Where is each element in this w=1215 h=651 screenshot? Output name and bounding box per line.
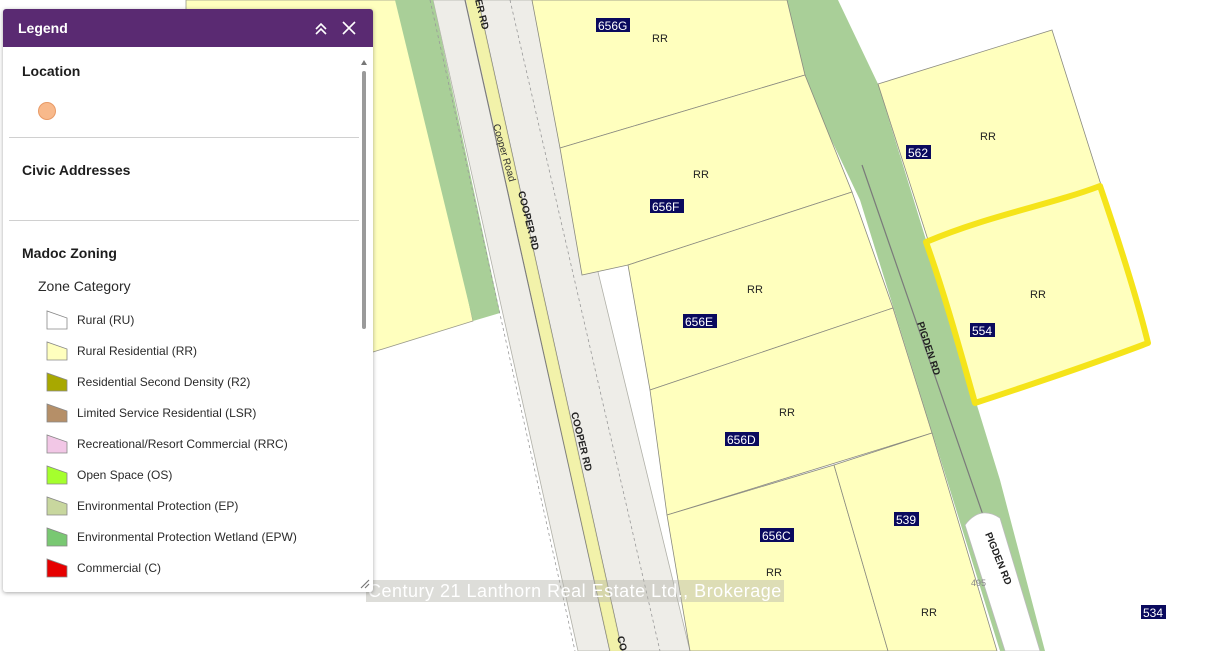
legend-swatch (46, 527, 68, 547)
legend-title: Legend (18, 20, 68, 36)
legend-scrollbar[interactable] (361, 59, 367, 587)
legend-swatch (46, 403, 68, 423)
svg-text:562: 562 (908, 146, 928, 160)
legend-item: Recreational/Resort Commercial (RRC) (46, 433, 288, 455)
legend-item-label: Limited Service Residential (LSR) (77, 406, 257, 420)
section-location-title: Location (22, 63, 81, 79)
svg-text:656E: 656E (685, 315, 713, 329)
section-civic-title: Civic Addresses (22, 162, 131, 178)
zone-label: RR (1030, 289, 1046, 301)
legend-item-label: Rural Residential (RR) (77, 344, 198, 358)
address-label[interactable]: 562 (906, 145, 931, 160)
zone-label: RR (980, 131, 996, 143)
svg-text:534: 534 (1143, 606, 1163, 620)
address-label[interactable]: 539 (894, 512, 919, 527)
divider (9, 137, 359, 138)
legend-item-label: Commercial (C) (77, 561, 161, 575)
legend-swatch (46, 496, 68, 516)
address-label[interactable]: 656F (650, 199, 684, 214)
divider (9, 220, 359, 221)
legend-item: Rural Residential (RR) (46, 340, 197, 362)
address-label[interactable]: 656D (725, 432, 759, 447)
legend-item: Rural (RU) (46, 309, 134, 331)
legend-content: Location Civic Addresses Madoc Zoning Zo… (3, 47, 359, 592)
zone-label: RR (693, 169, 709, 181)
zone-label: RR (921, 607, 937, 619)
zone-label: RR (766, 567, 782, 579)
legend-item: Limited Service Residential (LSR) (46, 402, 256, 424)
legend-swatch (46, 341, 68, 361)
svg-text:656C: 656C (762, 529, 791, 543)
zone-label: RR (779, 407, 795, 419)
legend-item: Environmental Protection (EP) (46, 495, 238, 517)
svg-text:656F: 656F (652, 200, 679, 214)
scroll-up-icon[interactable] (361, 59, 367, 67)
address-label[interactable]: 656G (596, 18, 630, 33)
legend-item-label: Rural (RU) (77, 313, 135, 327)
legend-swatch (46, 372, 68, 392)
road-number: 495 (971, 578, 986, 588)
zone-category-title: Zone Category (38, 278, 131, 294)
close-icon[interactable] (337, 16, 361, 40)
legend-swatch (46, 434, 68, 454)
watermark: Century 21 Lanthorn Real Estate Ltd., Br… (366, 580, 784, 602)
collapse-icon[interactable] (309, 16, 333, 40)
legend-item: Environmental Protection Wetland (EPW) (46, 526, 297, 548)
legend-item-label: Recreational/Resort Commercial (RRC) (77, 437, 288, 451)
legend-item-label: Environmental Protection (EP) (77, 499, 239, 513)
zone-label: RR (652, 33, 668, 45)
legend-header: Legend (3, 9, 373, 47)
legend-panel[interactable]: Legend Location Civic Addresses Madoc Zo… (3, 9, 373, 592)
zone-label: RR (747, 284, 763, 296)
legend-item-label: Environmental Protection Wetland (EPW) (77, 530, 297, 544)
svg-text:539: 539 (896, 513, 916, 527)
location-symbol (38, 102, 56, 120)
address-label[interactable]: 656C (760, 528, 794, 543)
svg-text:656G: 656G (598, 19, 627, 33)
legend-swatch (46, 310, 68, 330)
legend-item-label: Open Space (OS) (77, 468, 173, 482)
legend-item: Residential Second Density (R2) (46, 371, 250, 393)
legend-item: Open Space (OS) (46, 464, 172, 486)
section-zoning-title: Madoc Zoning (22, 245, 117, 261)
scroll-thumb[interactable] (362, 71, 366, 329)
legend-item: Commercial (C) (46, 557, 161, 579)
address-label[interactable]: 554 (970, 323, 995, 338)
legend-swatch (46, 558, 68, 578)
svg-text:554: 554 (972, 324, 992, 338)
legend-swatch (46, 465, 68, 485)
resize-handle-icon[interactable] (360, 579, 370, 589)
legend-item-label: Residential Second Density (R2) (77, 375, 251, 389)
svg-text:656D: 656D (727, 433, 756, 447)
address-label[interactable]: 656E (683, 314, 717, 329)
address-label[interactable]: 534 (1141, 605, 1166, 620)
